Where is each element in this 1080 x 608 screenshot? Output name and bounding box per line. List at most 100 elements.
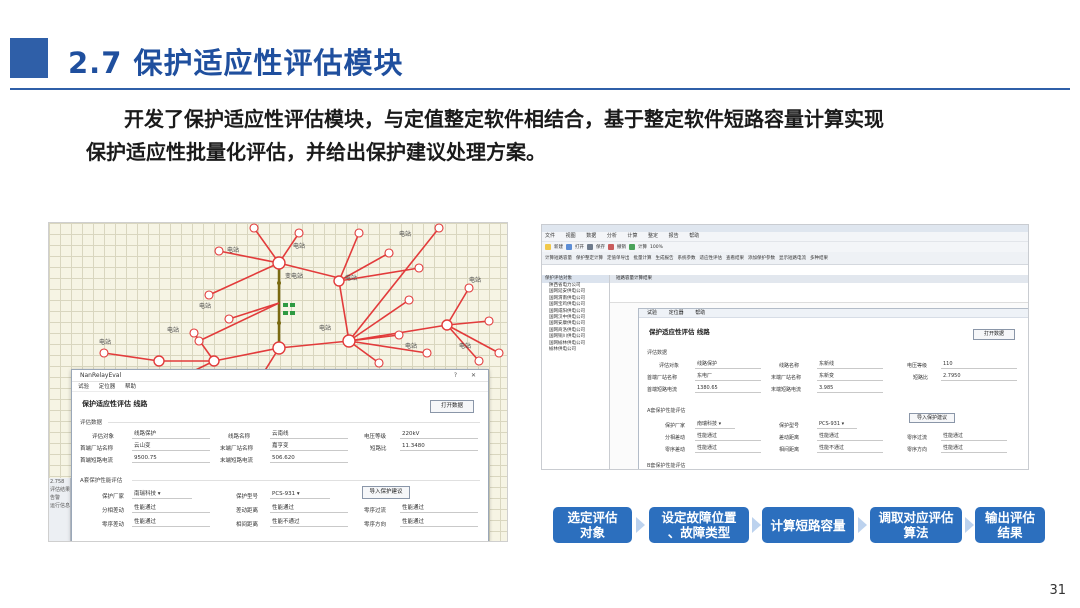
node-label: 电站 [345, 275, 358, 282]
field-value[interactable]: 东新变 [817, 372, 883, 381]
menu-item[interactable]: 分析 [607, 233, 617, 239]
field-value[interactable]: 性能不通过 [270, 518, 348, 527]
flow-step-label: 设定故障位置 、故障类型 [661, 510, 737, 540]
open-data-button[interactable]: 打开数据 [973, 329, 1015, 340]
flow-step-select-object: 选定评估 对象 [553, 507, 632, 543]
evaluation-dialog[interactable]: NanRelayEval ? ✕ 试验 定位器 帮助 保护适应性评估 线路 打开… [71, 369, 489, 541]
node-label: 电站 [459, 343, 472, 350]
model-select[interactable]: PCS-931 ▾ [270, 490, 330, 499]
menu-item[interactable]: 帮助 [695, 310, 705, 316]
toolbar-button[interactable]: 批量计算 [634, 255, 652, 261]
field-value[interactable]: 1380.65 [695, 384, 761, 393]
menu-item[interactable]: 计算 [627, 233, 637, 239]
intro-line-1: 开发了保护适应性评估模块，与定值整定软件相结合，基于整定软件短路容量计算实现 [124, 107, 884, 131]
toolbar-button[interactable]: 适应性评估 [700, 255, 723, 261]
evaluation-dialog[interactable]: 试验 定位器 帮助 保护适应性评估 线路 打开数据 评估数据 评估对象 线路保护… [638, 308, 1028, 469]
menu-item[interactable]: 视图 [566, 233, 576, 239]
field-value[interactable]: 性能通过 [817, 432, 883, 441]
field-value[interactable]: 性能通过 [695, 444, 761, 453]
toolbar-button[interactable]: 系统参数 [678, 255, 696, 261]
toolbar-button[interactable]: 显示短路电流 [779, 255, 806, 261]
field-label: 短路比 [913, 375, 929, 381]
toolbar-button[interactable]: 查看结果 [726, 255, 744, 261]
document-tab[interactable]: 短路容量计算结果 [610, 275, 1028, 283]
node-label: 变电站 [285, 273, 304, 280]
window-controls[interactable]: ? ✕ [454, 370, 482, 382]
import-advice-button[interactable]: 导入保护建议 [909, 413, 955, 423]
menu-item[interactable]: 定位器 [669, 310, 684, 316]
toolbar-button[interactable]: 计算短路容量 [545, 255, 572, 261]
field-value[interactable]: 嘉亨变 [270, 442, 348, 451]
field-value[interactable]: 线路保护 [695, 360, 761, 369]
field-value[interactable]: 性能通过 [400, 518, 478, 527]
save-icon[interactable] [587, 244, 593, 250]
field-value[interactable]: 性能通过 [270, 504, 348, 513]
document-ruler [610, 283, 1028, 303]
field-label: 零序方向 [907, 447, 928, 453]
toolbar-button[interactable]: 添加保护参数 [748, 255, 775, 261]
tree-item[interactable]: 榆林供电公司 [542, 347, 609, 353]
field-value[interactable]: 云南线 [270, 430, 348, 439]
field-label: 相间距离 [779, 447, 800, 453]
field-value[interactable]: 11.3480 [400, 442, 478, 451]
arrow-right-icon [965, 517, 974, 533]
title-divider [10, 88, 1070, 90]
import-advice-button[interactable]: 导入保护建议 [362, 486, 410, 499]
open-folder-icon[interactable] [566, 244, 572, 250]
field-value[interactable]: 云山变 [132, 442, 210, 451]
section-divider [108, 422, 480, 423]
field-value[interactable]: 性能通过 [941, 432, 1007, 441]
field-value[interactable]: 性能通过 [132, 518, 210, 527]
toolbar-label[interactable]: 新建 [554, 244, 563, 250]
field-value[interactable]: 性能通过 [695, 432, 761, 441]
field-value[interactable]: 线路保护 [132, 430, 210, 439]
menu-item[interactable]: 文件 [545, 233, 555, 239]
field-value[interactable]: 性能通过 [400, 504, 478, 513]
field-value[interactable]: 9500.75 [132, 454, 210, 463]
field-label: 首端厂站名称 [80, 446, 114, 452]
field-label: 评估对象 [659, 363, 680, 369]
field-value[interactable]: 3.985 [817, 384, 883, 393]
toolbar-button[interactable]: 生成报告 [656, 255, 674, 261]
field-label: 保护厂家 [665, 423, 686, 429]
field-value[interactable]: 2.7950 [941, 372, 1017, 381]
toolbar-label[interactable]: 撤销 [617, 244, 626, 250]
toolbar-label[interactable]: 保存 [596, 244, 605, 250]
section-label: A套保护性能评估 [80, 478, 123, 484]
field-value[interactable]: 506.620 [270, 454, 348, 463]
toolbar-button[interactable]: 定值单导出 [607, 255, 630, 261]
toolbar-label[interactable]: 打开 [575, 244, 584, 250]
field-value[interactable]: 东电厂 [695, 372, 761, 381]
toolbar-label[interactable]: 计算 [638, 244, 647, 250]
menu-item[interactable]: 数据 [586, 233, 596, 239]
menu-item[interactable]: 试验 [647, 310, 657, 316]
zoom-level[interactable]: 100% [650, 245, 663, 250]
field-value[interactable]: 性能不通过 [817, 444, 883, 453]
menu-item[interactable]: 帮助 [125, 384, 136, 390]
menu-item[interactable]: 帮助 [689, 233, 699, 239]
field-value[interactable]: 性能通过 [941, 444, 1007, 453]
field-value[interactable]: 东新线 [817, 360, 883, 369]
field-value[interactable]: 110 [941, 360, 1017, 369]
field-value[interactable]: 220kV [400, 430, 478, 439]
node-label: 电站 [199, 303, 212, 310]
field-value[interactable]: 性能通过 [132, 504, 210, 513]
calculate-icon[interactable] [629, 244, 635, 250]
menu-item[interactable]: 定位器 [99, 384, 116, 390]
model-select[interactable]: PCS-931 ▾ [817, 420, 857, 429]
chevron-down-icon: ▾ [718, 421, 722, 427]
arrow-right-icon [752, 517, 761, 533]
app-titlebar [542, 225, 1028, 232]
manufacturer-select[interactable]: 南瑞科技 ▾ [695, 420, 735, 429]
left-screenshot: 电站 电站 电站 变电站 电站 电站 电站 电站 电站 电站 电站 电站 2.7… [48, 222, 508, 542]
toolbar-button[interactable]: 多种结果 [810, 255, 828, 261]
new-file-icon[interactable] [545, 244, 551, 250]
node-label: 电站 [405, 343, 418, 350]
open-data-button[interactable]: 打开数据 [430, 400, 474, 413]
menu-item[interactable]: 试验 [78, 384, 89, 390]
toolbar-button[interactable]: 保护整定计算 [576, 255, 603, 261]
menu-item[interactable]: 整定 [648, 233, 658, 239]
manufacturer-select[interactable]: 南瑞科技 ▾ [132, 490, 192, 499]
undo-icon[interactable] [608, 244, 614, 250]
menu-item[interactable]: 报告 [669, 233, 679, 239]
